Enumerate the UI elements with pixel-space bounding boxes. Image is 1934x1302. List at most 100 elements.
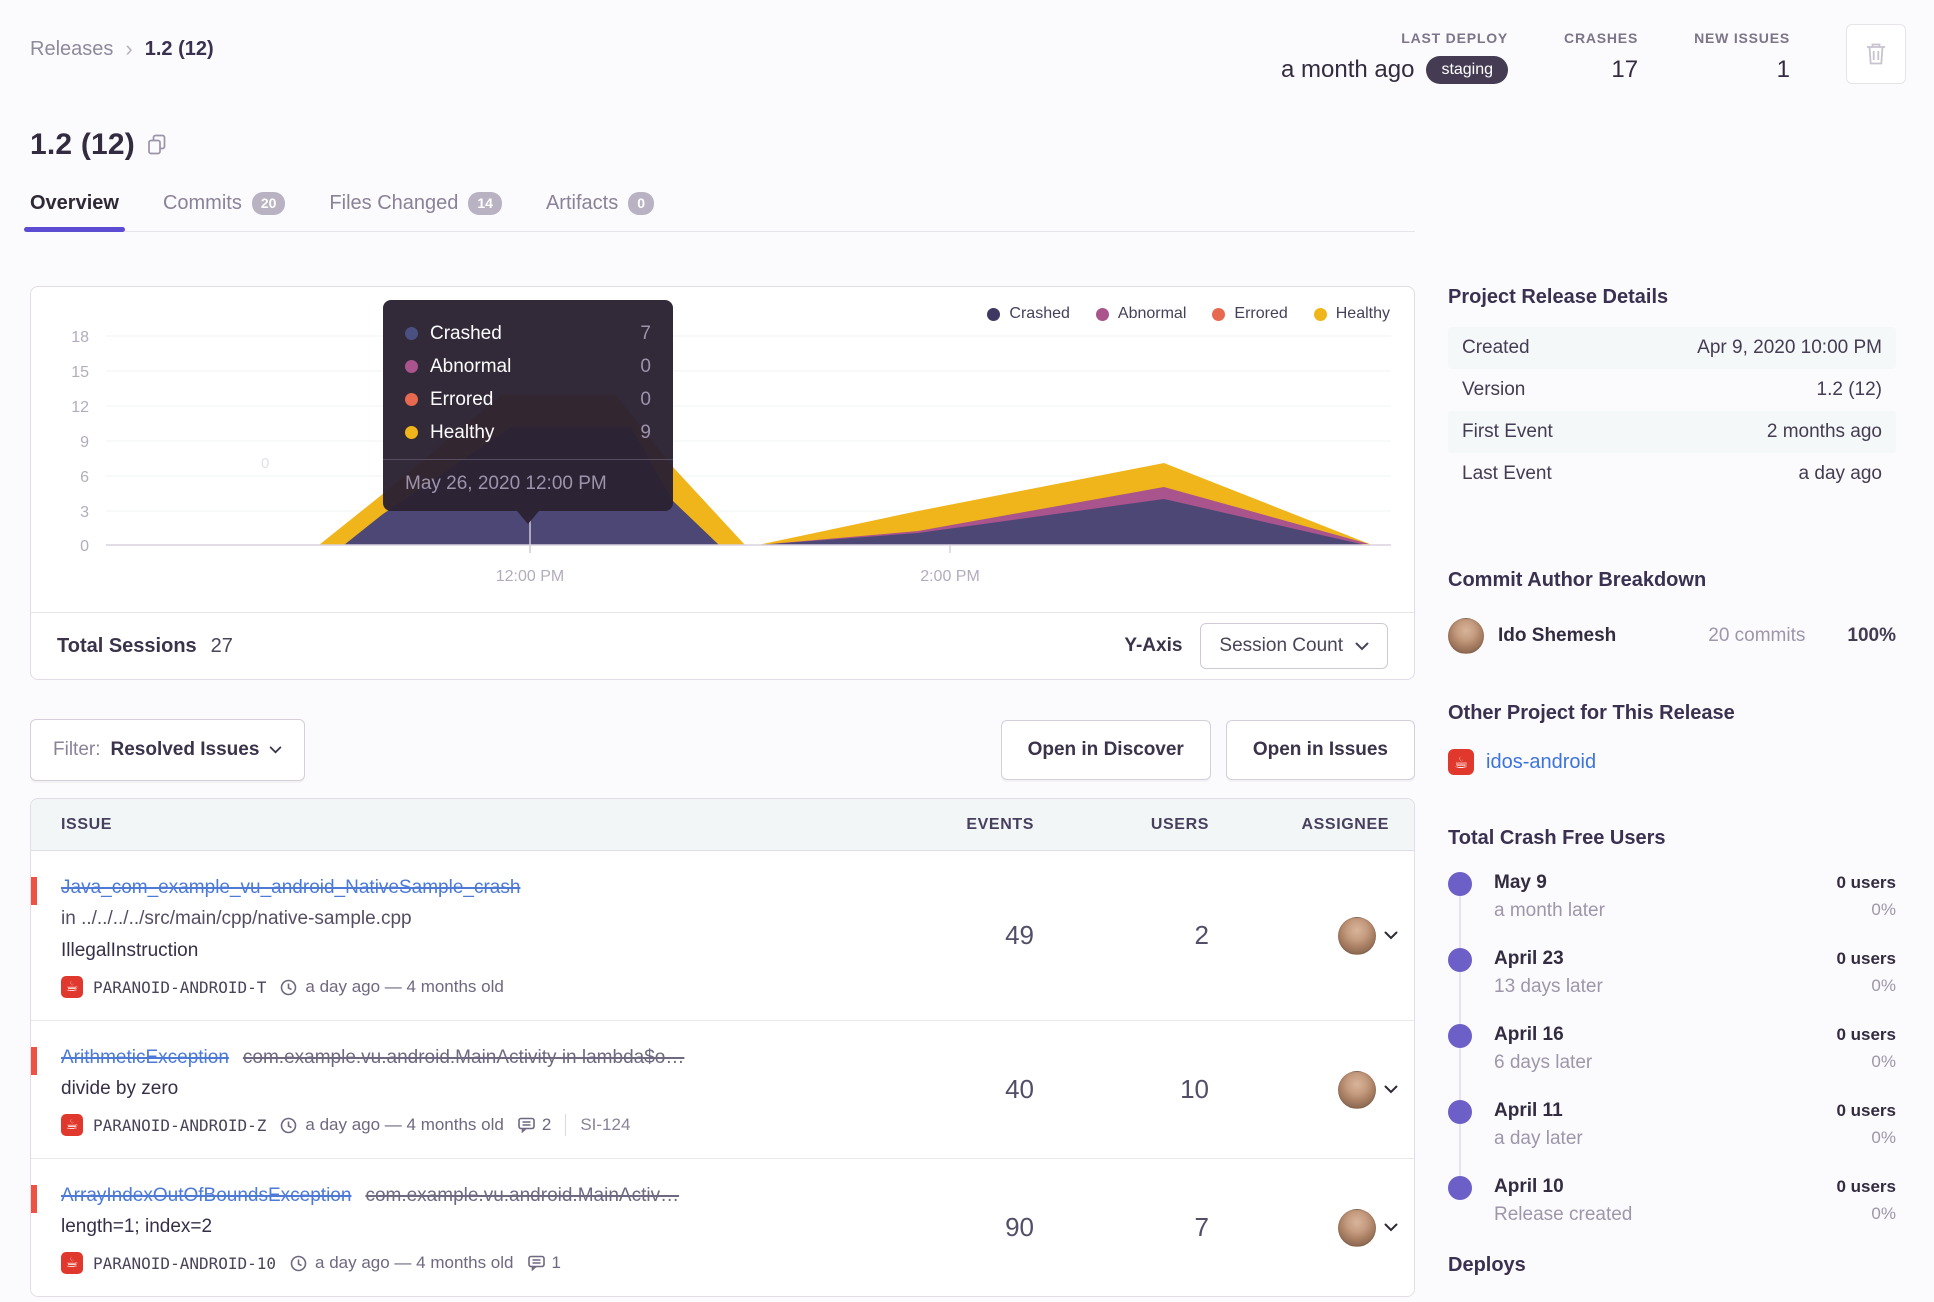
timeline-dot-icon	[1448, 1100, 1472, 1124]
assignee-dropdown[interactable]	[1234, 1208, 1414, 1247]
detail-row-version: Version 1.2 (12)	[1462, 379, 1882, 400]
issue-age: a day ago — 4 months old	[290, 1253, 514, 1273]
tab-files-changed[interactable]: Files Changed 14	[329, 192, 502, 231]
issue-culprit: com.example.vu.android.MainActiv…	[365, 1185, 680, 1206]
legend-errored[interactable]: Errored	[1212, 305, 1288, 323]
clock-icon	[281, 979, 297, 995]
tab-artifacts-label: Artifacts	[545, 192, 619, 214]
breadcrumb-current: 1.2 (12)	[144, 37, 214, 60]
errored-dot-icon	[1212, 307, 1226, 321]
y-axis-label: Y-Axis	[1124, 635, 1183, 656]
tab-bar: Overview Commits 20 Files Changed 14 Art…	[24, 192, 1415, 232]
issues-table-header: ISSUE EVENTS USERS ASSIGNEE	[31, 799, 1414, 851]
filter-prefix: Filter:	[53, 739, 101, 760]
timeline-entry: April 11 0 users a day later 0%	[1448, 1100, 1896, 1150]
issue-culprit-block: in ../../../../src/main/cpp/native-sampl…	[61, 908, 412, 929]
clock-icon	[281, 1117, 297, 1133]
environment-badge: staging	[1426, 56, 1509, 84]
assignee-avatar	[1338, 1208, 1376, 1247]
last-deploy-label: LAST DEPLOY	[1401, 30, 1509, 46]
divider	[565, 1114, 567, 1136]
x-tick-2pm: 2:00 PM	[920, 568, 980, 585]
release-details-heading: Project Release Details	[1448, 286, 1669, 308]
column-assignee: ASSIGNEE	[1301, 815, 1389, 833]
other-project-link[interactable]: idos-android	[1486, 751, 1596, 774]
svg-text:9: 9	[80, 434, 89, 451]
issue-users-count: 10	[1180, 1074, 1209, 1104]
svg-text:6: 6	[80, 469, 89, 486]
y-axis-select[interactable]: Session Count	[1200, 623, 1388, 669]
page-title-row: 1.2 (12)	[30, 128, 1908, 162]
column-users: USERS	[1150, 815, 1209, 833]
svg-text:15: 15	[71, 364, 89, 381]
issue-message: length=1; index=2	[61, 1216, 213, 1237]
crash-free-timeline: May 90 users a month later 0% April 23 0 u…	[1448, 872, 1896, 1226]
copy-icon[interactable]	[147, 134, 167, 156]
issue-title-link[interactable]: ArrayIndexOutOfBoundsException	[61, 1185, 351, 1206]
chevron-down-icon	[270, 746, 282, 754]
tooltip-row-abnormal: Abnormal 0	[405, 350, 651, 383]
x-tick-noon: 12:00 PM	[496, 568, 564, 585]
issue-comments[interactable]: 2	[518, 1115, 551, 1135]
issue-comments[interactable]: 1	[527, 1253, 561, 1273]
crash-free-heading: Total Crash Free Users	[1448, 827, 1666, 849]
sessions-chart-card: 18 15 12 9630 12:00 PM 2:00 PM 0 Crashed…	[30, 286, 1415, 680]
issue-title-link[interactable]: Java_com_example_vu_android_NativeSample…	[61, 877, 520, 898]
other-project-heading: Other Project for This Release	[1448, 702, 1735, 724]
java-project-icon: ☕	[61, 1252, 83, 1274]
project-badge[interactable]: ☕ PARANOID-ANDROID-T	[61, 976, 266, 998]
issue-annotation[interactable]: SI-124	[565, 1114, 630, 1136]
timeline-entry: April 23 0 users 13 days later 0%	[1448, 948, 1896, 998]
clock-icon	[290, 1255, 307, 1271]
project-badge[interactable]: ☕ PARANOID-ANDROID-Z	[61, 1114, 266, 1136]
main-column: 18 15 12 9630 12:00 PM 2:00 PM 0 Crashed…	[30, 286, 1415, 1297]
abnormal-dot-icon	[405, 360, 418, 373]
issue-row: ArithmeticException com.example.vu.androi…	[31, 1021, 1414, 1159]
tab-overview[interactable]: Overview	[24, 192, 125, 232]
top-bar: Releases › 1.2 (12) LAST DEPLOY a month …	[30, 22, 1908, 84]
tab-commits-label: Commits	[162, 192, 242, 214]
filter-selected-value: Resolved Issues	[110, 739, 260, 760]
author-commit-count: 20 commits	[1708, 625, 1806, 646]
filter-dropdown[interactable]: Filter: Resolved Issues	[30, 719, 306, 781]
breadcrumb-releases-link[interactable]: Releases	[30, 38, 113, 61]
timeline-dot-icon	[1448, 1176, 1472, 1200]
assignee-dropdown[interactable]	[1234, 916, 1414, 955]
healthy-dot-icon	[1313, 307, 1327, 321]
assignee-dropdown[interactable]	[1234, 1070, 1414, 1109]
tab-commits[interactable]: Commits 20	[162, 192, 286, 231]
legend-crashed[interactable]: Crashed	[987, 305, 1070, 323]
comment-icon	[518, 1117, 535, 1133]
sessions-chart[interactable]: 18 15 12 9630 12:00 PM 2:00 PM 0 Crashed…	[31, 287, 1414, 612]
open-in-discover-button[interactable]: Open in Discover	[1000, 720, 1211, 780]
timeline-dot-icon	[1448, 948, 1472, 972]
author-avatar	[1448, 618, 1484, 654]
delete-release-button[interactable]	[1846, 24, 1906, 84]
project-badge[interactable]: ☕ PARANOID-ANDROID-10	[61, 1252, 276, 1274]
tooltip-row-errored: Errored 0	[405, 383, 651, 416]
sidebar: Project Release Details Created Apr 9, 2…	[1448, 286, 1908, 1297]
open-in-issues-button[interactable]: Open in Issues	[1225, 720, 1415, 780]
trash-icon	[1867, 43, 1885, 65]
chevron-down-icon	[1355, 642, 1369, 650]
stacked-area-chart-svg: 181512 9630 12:00 PM 2:00 PM	[71, 329, 1391, 585]
chevron-down-icon	[1384, 1085, 1398, 1094]
legend-healthy[interactable]: Healthy	[1313, 305, 1390, 323]
java-project-icon: ☕	[61, 1114, 83, 1136]
crashes-value: 17	[1611, 56, 1639, 83]
stray-zero-label: 0	[261, 455, 270, 472]
detail-row-last-event: Last Event a day ago	[1462, 463, 1882, 484]
tab-artifacts[interactable]: Artifacts 0	[545, 192, 655, 231]
total-sessions-label: Total Sessions	[57, 634, 197, 657]
stat-new-issues: NEW ISSUES 1	[1694, 22, 1790, 84]
tooltip-date: May 26, 2020 12:00 PM	[405, 473, 607, 494]
chart-legend: Crashed Abnormal Errored Healthy	[987, 305, 1390, 323]
issue-events-count: 90	[1005, 1212, 1034, 1242]
release-detail-page: Releases › 1.2 (12) LAST DEPLOY a month …	[0, 0, 1934, 1302]
issue-title-link[interactable]: ArithmeticException	[61, 1047, 229, 1068]
release-details-table: Created Apr 9, 2020 10:00 PM Version 1.2…	[1448, 327, 1896, 495]
tab-files-changed-badge: 14	[468, 192, 502, 215]
issue-users-count: 2	[1194, 920, 1209, 950]
legend-abnormal[interactable]: Abnormal	[1095, 305, 1186, 323]
total-sessions-value: 27	[210, 634, 233, 657]
